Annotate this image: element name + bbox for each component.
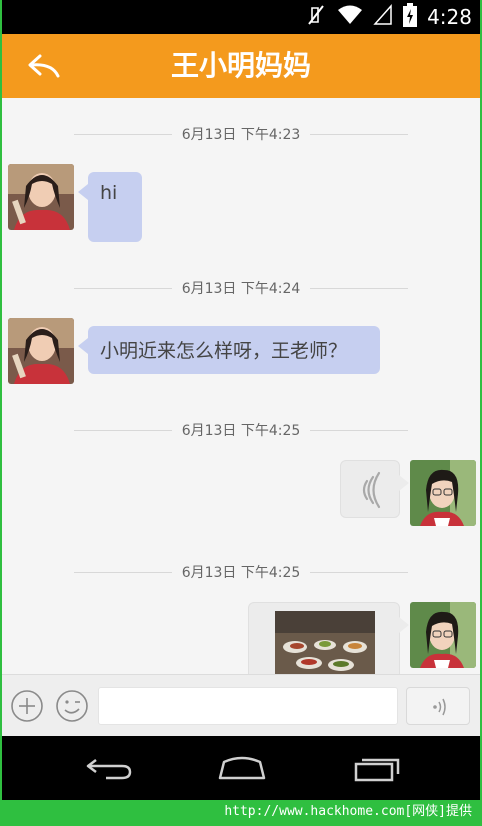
nav-home-button[interactable] (214, 752, 270, 784)
app-header: 王小明妈妈 (2, 34, 480, 98)
signal-icon (373, 4, 393, 30)
contact-avatar[interactable] (8, 318, 74, 384)
message-text: hi (100, 182, 118, 204)
voice-wave-icon (362, 471, 381, 509)
status-time: 4:28 (427, 5, 472, 29)
message-timestamp: 6月13日 下午4:25 (74, 420, 408, 440)
home-nav-icon (218, 756, 266, 780)
emoji-button[interactable] (55, 689, 89, 723)
incoming-message-bubble[interactable]: 小明近来怎么样呀，王老师？ (78, 326, 380, 374)
system-nav-bar (2, 736, 480, 800)
battery-charging-icon (403, 3, 418, 31)
timestamp-text: 6月13日 下午4:23 (181, 127, 301, 143)
nav-recents-button[interactable] (348, 752, 404, 784)
outgoing-voice-bubble[interactable] (340, 460, 409, 518)
status-icons: 4:28 (305, 3, 472, 31)
chat-area[interactable]: 6月13日 下午4:23 hi 6月13日 下午4:24 小明近来怎么样呀，王老… (2, 98, 480, 674)
mute-icon (305, 4, 327, 30)
message-input[interactable] (98, 687, 398, 725)
my-avatar[interactable] (410, 460, 476, 526)
voice-input-icon (433, 698, 446, 716)
contact-avatar[interactable] (8, 164, 74, 230)
message-timestamp: 6月13日 下午4:25 (74, 562, 408, 582)
recents-nav-icon (354, 758, 400, 782)
my-avatar[interactable] (410, 602, 476, 668)
status-bar: 4:28 (2, 0, 480, 34)
plus-circle-icon (11, 690, 43, 722)
watermark-footer: http://www.hackhome.com[网侠]提供 (224, 804, 472, 819)
timestamp-text: 6月13日 下午4:24 (181, 281, 301, 297)
emoji-icon (56, 690, 88, 722)
message-timestamp: 6月13日 下午4:24 (74, 278, 408, 298)
add-button[interactable] (10, 689, 44, 723)
voice-input-button[interactable] (406, 687, 470, 725)
outgoing-image-bubble[interactable] (248, 602, 409, 674)
message-timestamp: 6月13日 下午4:23 (74, 124, 408, 144)
photo-thumbnail (275, 611, 375, 674)
back-nav-icon (86, 759, 132, 780)
message-text: 小明近来怎么样呀，王老师？ (100, 340, 348, 362)
timestamp-text: 6月13日 下午4:25 (181, 565, 301, 581)
phone-screen: 4:28 王小明妈妈 6月13日 下午4:23 hi 6月13日 下午4:24 … (2, 0, 480, 800)
wifi-icon (337, 4, 363, 30)
chat-title: 王小明妈妈 (170, 49, 311, 82)
timestamp-text: 6月13日 下午4:25 (181, 423, 301, 439)
input-bar (2, 674, 480, 736)
incoming-message-bubble[interactable]: hi (78, 172, 142, 242)
nav-back-button[interactable] (82, 752, 138, 784)
